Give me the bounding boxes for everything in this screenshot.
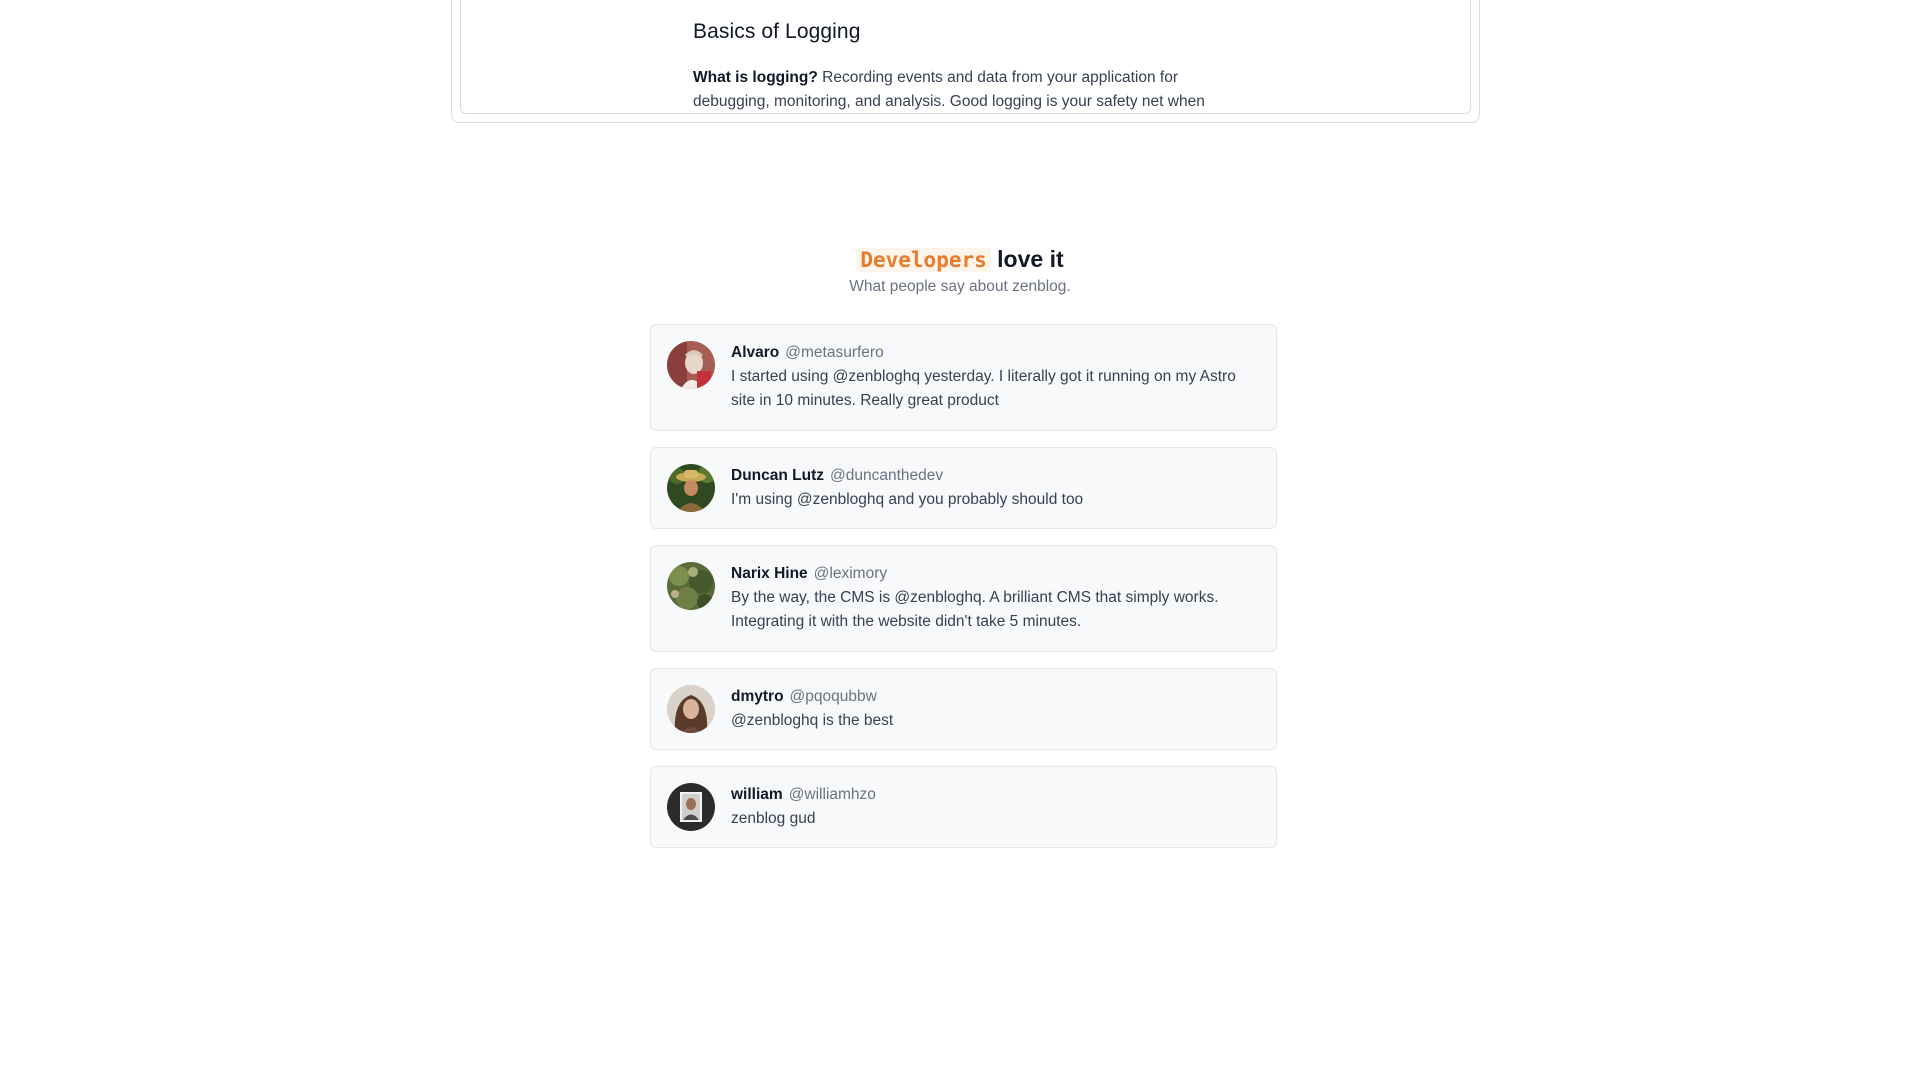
author-handle[interactable]: @williamhzo — [789, 786, 876, 803]
blog-preview-frame: Basics of Logging What is logging? Recor… — [451, 0, 1480, 123]
author-name: Narix Hine — [731, 565, 808, 582]
testimonial-header: dmytro @pqoqubbw — [731, 685, 1252, 709]
article-lead-bold: What is logging? — [693, 69, 818, 86]
testimonial-card: william @williamhzo zenblog gud — [650, 766, 1277, 848]
testimonial-header: william @williamhzo — [731, 783, 1252, 807]
testimonial-quote: By the way, the CMS is @zenbloghq. A bri… — [731, 589, 1219, 630]
testimonial-header: Alvaro @metasurfero — [731, 341, 1252, 365]
avatar-duncan — [667, 464, 715, 512]
avatar-william — [667, 783, 715, 831]
author-handle[interactable]: @metasurfero — [785, 344, 883, 361]
heading-rest: love it — [990, 246, 1064, 272]
author-name: dmytro — [731, 688, 784, 705]
testimonial-quote: I'm using @zenbloghq and you probably sh… — [731, 491, 1084, 508]
author-handle[interactable]: @pqoqubbw — [790, 688, 877, 705]
avatar-narix — [667, 562, 715, 610]
testimonial-header: Duncan Lutz @duncanthedev — [731, 464, 1252, 488]
author-name: Duncan Lutz — [731, 467, 824, 484]
article-paragraph: What is logging? Recording events and da… — [693, 66, 1233, 113]
testimonial-card: Narix Hine @leximory By the way, the CMS … — [650, 545, 1277, 652]
author-name: Alvaro — [731, 344, 780, 361]
preview-article: Basics of Logging What is logging? Recor… — [693, 20, 1233, 113]
testimonial-quote: @zenbloghq is the best — [731, 712, 894, 729]
article-title: Basics of Logging — [693, 20, 861, 43]
testimonial-card: Duncan Lutz @duncanthedev I'm using @zenb… — [650, 447, 1277, 529]
author-handle[interactable]: @leximory — [814, 565, 887, 582]
testimonial-card: Alvaro @metasurfero I started using @zenb… — [650, 324, 1277, 431]
testimonials-heading: Developers love it — [0, 246, 1920, 273]
heading-highlight: Developers — [856, 248, 991, 272]
testimonial-quote: I started using @zenbloghq yesterday. I … — [731, 368, 1236, 409]
blog-preview-content: Basics of Logging What is logging? Recor… — [460, 0, 1471, 114]
testimonials-subheading: What people say about zenblog. — [849, 278, 1071, 295]
author-handle[interactable]: @duncanthedev — [830, 467, 943, 484]
testimonial-quote: zenblog gud — [731, 810, 816, 827]
testimonial-header: Narix Hine @leximory — [731, 562, 1252, 586]
testimonial-card: dmytro @pqoqubbw @zenbloghq is the best — [650, 668, 1277, 750]
avatar-alvaro — [667, 341, 715, 389]
author-name: william — [731, 786, 783, 803]
avatar-dmytro — [667, 685, 715, 733]
testimonial-list: Alvaro @metasurfero I started using @zenb… — [650, 324, 1277, 864]
